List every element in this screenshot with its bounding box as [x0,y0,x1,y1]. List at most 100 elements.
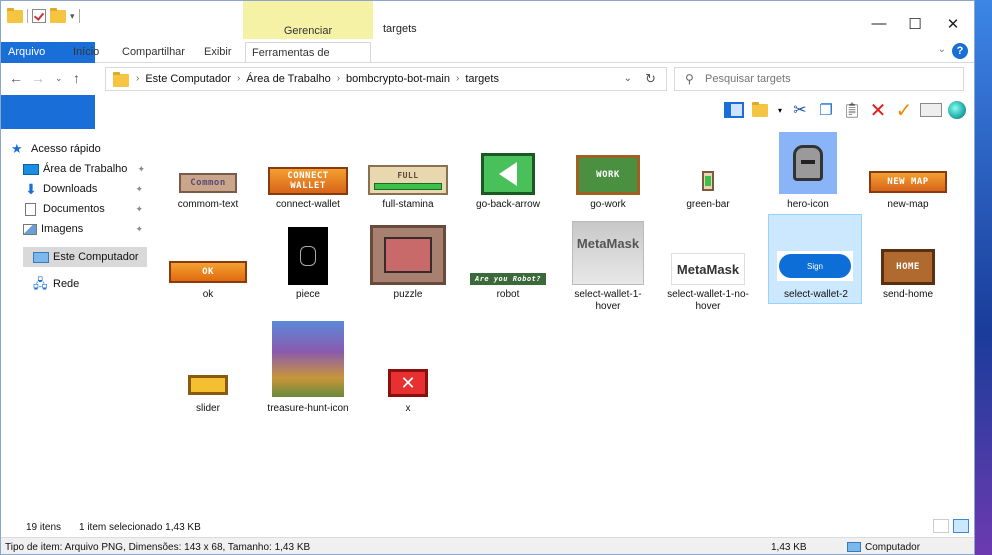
item-size: 1,43 KB [771,542,807,553]
back-arrow-icon[interactable]: ← [9,70,23,86]
new-folder-icon[interactable] [50,7,66,23]
close-button[interactable]: ✕ [933,15,973,33]
address-dropdown-icon[interactable]: ⌄ [624,73,632,84]
desktop-icon [23,163,39,175]
file-item[interactable]: OK ok [161,219,255,319]
file-item[interactable]: go-back-arrow [461,129,555,229]
search-icon: ⚲ [685,72,694,86]
help-icon[interactable]: ? [952,43,968,59]
manage-context-tab[interactable]: Gerenciar [243,1,373,39]
arrow-left-icon [499,162,517,186]
crumb-bombcrypto[interactable]: bombcrypto-bot-main [346,73,450,85]
navigation-pane: ★ Acesso rápido Área de Trabalho ✦ ⬇ Dow… [1,129,149,519]
dropdown-icon[interactable]: ▾ [776,100,784,120]
checkmark-icon[interactable]: ✓ [894,100,914,122]
thumbnail: Common [179,173,237,193]
large-icons-view-button[interactable] [953,519,969,533]
file-item[interactable]: HOME send-home [861,219,955,319]
search-box[interactable]: ⚲ [674,67,964,91]
network-icon: 🖧︎ [33,276,48,291]
file-item[interactable]: CONNECT WALLET connect-wallet [261,129,355,229]
sidebar-item-rede[interactable]: 🖧︎ Rede [33,274,147,294]
up-arrow-icon[interactable]: ↑ [73,70,80,86]
selection-info: 1 item selecionado 1,43 KB [79,522,201,533]
desktop-wallpaper [975,0,992,555]
details-bar: Tipo de item: Arquivo PNG, Dimensões: 14… [1,537,974,554]
copy-icon[interactable]: ❐ [816,100,836,120]
file-item[interactable]: MetaMask select-wallet-1-hover [561,219,655,319]
computer-icon [847,542,861,552]
thumbnail: NEW MAP [869,171,947,193]
window-title: targets [383,23,417,35]
thumbnail [272,321,344,397]
file-item[interactable]: ✕ x [361,309,455,414]
tab-inicio[interactable]: Início [67,42,105,62]
quick-toolbar: ▾ ✂ ❐ 📋︎ ✕ ✓ [724,99,966,122]
sidebar-item-este-computador[interactable]: Este Computador [23,247,147,267]
tab-compartilhar[interactable]: Compartilhar [116,42,191,62]
details-view-button[interactable] [933,519,949,533]
customize-qat-icon[interactable]: ▾ [70,11,75,22]
file-item[interactable]: treasure-hunt-icon [261,309,355,414]
star-icon: ★ [11,141,23,156]
file-item[interactable]: WORK go-work [561,129,655,229]
thumbnail: CONNECT WALLET [268,167,348,195]
file-item-selected[interactable]: Sign select-wallet-2 [768,214,862,304]
crumb-este-computador[interactable]: Este Computador [145,73,231,85]
sidebar-item-acesso-rapido[interactable]: ★ Acesso rápido [11,139,147,159]
maximize-button[interactable]: ☐ [895,15,935,33]
location-label: Computador [865,542,921,553]
properties-icon[interactable] [32,9,46,23]
pin-icon[interactable]: ✦ [137,164,145,175]
ribbon-tabs: Arquivo Início Compartilhar Exibir Ferra… [1,39,974,142]
refresh-icon[interactable]: ↻ [645,71,656,87]
sign-button-image: Sign [779,254,851,278]
sidebar-item-documentos[interactable]: Documentos ✦ [23,199,147,219]
crumb-area-de-trabalho[interactable]: Área de Trabalho [246,73,330,85]
file-item[interactable]: green-bar [661,129,755,229]
file-item[interactable]: puzzle [361,219,455,319]
rename-icon[interactable] [920,103,942,117]
address-bar[interactable]: › Este Computador › Área de Trabalho › b… [105,67,667,91]
sidebar-item-downloads[interactable]: ⬇ Downloads ✦ [23,179,147,199]
sidebar-item-area-de-trabalho[interactable]: Área de Trabalho ✦ [23,159,147,179]
search-input[interactable] [705,71,955,87]
download-icon: ⬇ [25,181,37,197]
tab-exibir[interactable]: Exibir [198,42,238,62]
sidebar-item-imagens[interactable]: Imagens ✦ [23,219,147,239]
shell-icon[interactable] [948,101,966,119]
item-count: 19 itens [26,522,62,533]
minimize-button[interactable]: — [859,15,899,32]
tab-ferramentas-de-imagem[interactable]: Ferramentas de Imagem [245,42,371,79]
file-item[interactable]: FULL full-stamina [361,129,455,229]
thumbnail [188,375,228,395]
preview-pane-icon[interactable] [724,102,744,118]
thumbnail [702,171,714,191]
file-item[interactable]: Common commom-text [161,129,255,229]
knight-icon [793,145,823,181]
crumb-targets[interactable]: targets [465,73,499,85]
file-item[interactable]: NEW MAP new-map [861,129,955,229]
delete-icon[interactable]: ✕ [868,100,888,122]
status-bar: 19 itens 1 item selecionado 1,43 KB [1,519,974,537]
pin-icon[interactable]: ✦ [135,204,143,215]
file-item[interactable]: MetaMask select-wallet-1-no-hover [661,219,755,319]
file-item[interactable]: slider [161,309,255,414]
thumbnail: MetaMask [572,221,644,285]
view-options-icon[interactable] [750,100,770,120]
chevron-down-icon[interactable]: ⌄ [938,44,946,55]
paste-icon[interactable]: 📋︎ [842,100,862,120]
thumbnail [779,132,837,194]
cut-icon[interactable]: ✂ [790,100,810,120]
breadcrumb: › Este Computador › Área de Trabalho › b… [136,73,499,85]
pin-icon[interactable]: ✦ [135,224,143,235]
forward-arrow-icon[interactable]: → [31,70,45,86]
thumbnail: Sign [777,251,853,281]
thumbnail: MetaMask [671,253,745,285]
recent-locations-icon[interactable]: ⌄ [55,73,63,84]
file-item[interactable]: piece [261,219,355,319]
computer-icon [33,251,49,263]
file-list: Common commom-text CONNECT WALLET connec… [161,129,966,519]
pin-icon[interactable]: ✦ [135,184,143,195]
file-item[interactable]: Are you Robot? robot [461,219,555,319]
